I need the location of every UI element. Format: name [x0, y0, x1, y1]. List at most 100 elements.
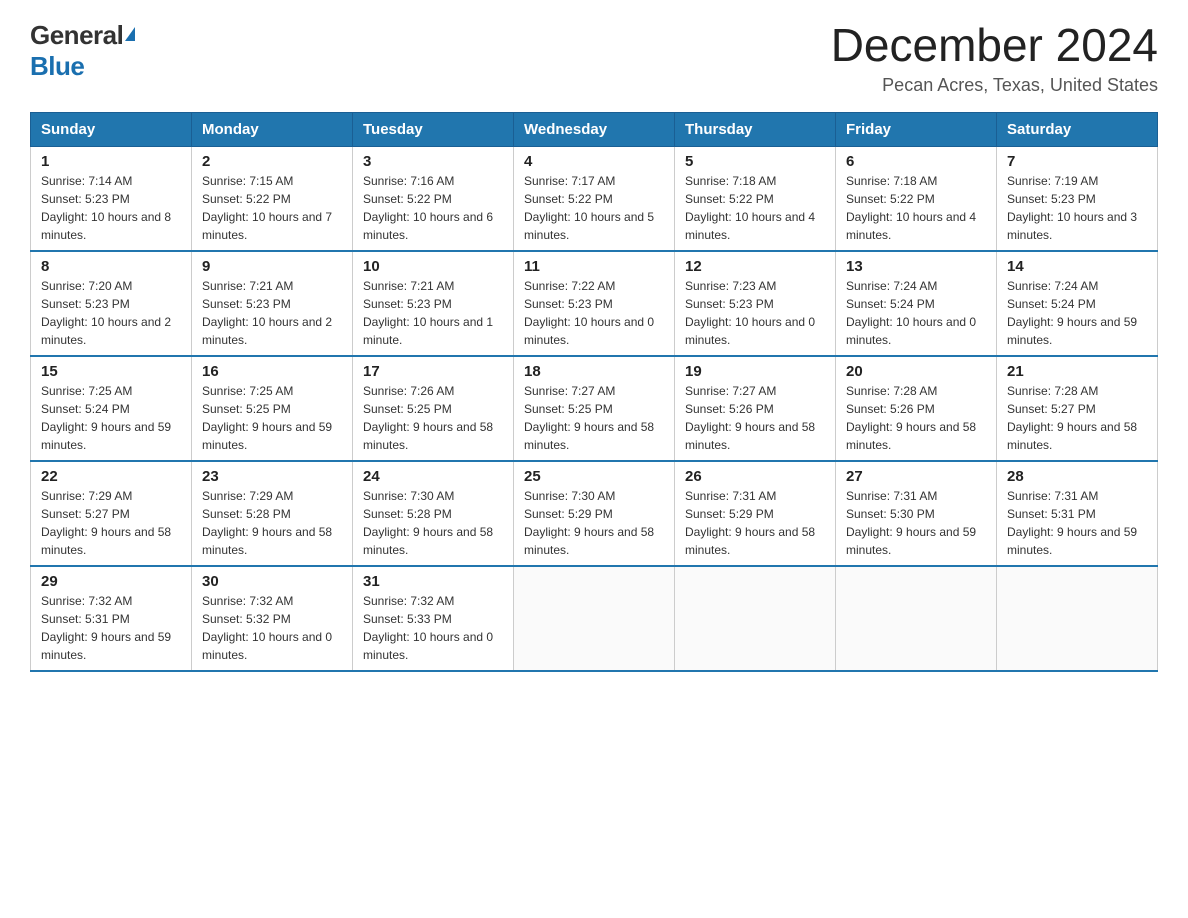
day-info: Sunrise: 7:20 AMSunset: 5:23 PMDaylight:… [41, 277, 181, 349]
day-info: Sunrise: 7:31 AMSunset: 5:30 PMDaylight:… [846, 487, 986, 559]
day-number: 11 [524, 258, 664, 275]
calendar-cell [514, 566, 675, 671]
header-cell-tuesday: Tuesday [353, 112, 514, 146]
day-number: 1 [41, 153, 181, 170]
day-info: Sunrise: 7:25 AMSunset: 5:25 PMDaylight:… [202, 382, 342, 454]
day-number: 12 [685, 258, 825, 275]
header-cell-thursday: Thursday [675, 112, 836, 146]
day-info: Sunrise: 7:16 AMSunset: 5:22 PMDaylight:… [363, 172, 503, 244]
day-number: 22 [41, 468, 181, 485]
header-row: SundayMondayTuesdayWednesdayThursdayFrid… [31, 112, 1158, 146]
calendar-cell: 27 Sunrise: 7:31 AMSunset: 5:30 PMDayligh… [836, 461, 997, 566]
day-number: 21 [1007, 363, 1147, 380]
calendar-cell: 6Sunrise: 7:18 AMSunset: 5:22 PMDaylight… [836, 146, 997, 251]
day-number: 24 [363, 468, 503, 485]
header-cell-friday: Friday [836, 112, 997, 146]
day-number: 29 [41, 573, 181, 590]
day-number: 23 [202, 468, 342, 485]
day-number: 13 [846, 258, 986, 275]
calendar-cell: 11Sunrise: 7:22 AMSunset: 5:23 PMDayligh… [514, 251, 675, 356]
calendar-cell [836, 566, 997, 671]
day-number: 5 [685, 153, 825, 170]
day-number: 2 [202, 153, 342, 170]
day-info: Sunrise: 7:15 AMSunset: 5:22 PMDaylight:… [202, 172, 342, 244]
calendar-cell [675, 566, 836, 671]
calendar-cell: 12 Sunrise: 7:23 AMSunset: 5:23 PMDayligh… [675, 251, 836, 356]
calendar-cell: 25 Sunrise: 7:30 AMSunset: 5:29 PMDayligh… [514, 461, 675, 566]
day-number: 27 [846, 468, 986, 485]
day-number: 26 [685, 468, 825, 485]
day-number: 25 [524, 468, 664, 485]
calendar-cell: 21Sunrise: 7:28 AMSunset: 5:27 PMDayligh… [997, 356, 1158, 461]
calendar-title: December 2024 [831, 20, 1158, 71]
day-number: 19 [685, 363, 825, 380]
day-info: Sunrise: 7:24 AMSunset: 5:24 PMDaylight:… [1007, 277, 1147, 349]
calendar-cell: 14 Sunrise: 7:24 AMSunset: 5:24 PMDayligh… [997, 251, 1158, 356]
title-block: December 2024 Pecan Acres, Texas, United… [831, 20, 1158, 96]
calendar-cell: 20 Sunrise: 7:28 AMSunset: 5:26 PMDayligh… [836, 356, 997, 461]
calendar-cell: 4 Sunrise: 7:17 AMSunset: 5:22 PMDaylight… [514, 146, 675, 251]
calendar-cell: 29 Sunrise: 7:32 AMSunset: 5:31 PMDayligh… [31, 566, 192, 671]
calendar-week-row: 15Sunrise: 7:25 AMSunset: 5:24 PMDayligh… [31, 356, 1158, 461]
calendar-cell: 28 Sunrise: 7:31 AMSunset: 5:31 PMDayligh… [997, 461, 1158, 566]
calendar-cell: 8 Sunrise: 7:20 AMSunset: 5:23 PMDaylight… [31, 251, 192, 356]
day-number: 3 [363, 153, 503, 170]
day-info: Sunrise: 7:24 AMSunset: 5:24 PMDaylight:… [846, 277, 986, 349]
calendar-week-row: 29 Sunrise: 7:32 AMSunset: 5:31 PMDayligh… [31, 566, 1158, 671]
calendar-header: SundayMondayTuesdayWednesdayThursdayFrid… [31, 112, 1158, 146]
day-number: 20 [846, 363, 986, 380]
calendar-cell: 16Sunrise: 7:25 AMSunset: 5:25 PMDayligh… [192, 356, 353, 461]
day-info: Sunrise: 7:14 AMSunset: 5:23 PMDaylight:… [41, 172, 181, 244]
calendar-cell: 1 Sunrise: 7:14 AMSunset: 5:23 PMDaylight… [31, 146, 192, 251]
day-info: Sunrise: 7:29 AMSunset: 5:27 PMDaylight:… [41, 487, 181, 559]
day-info: Sunrise: 7:31 AMSunset: 5:31 PMDaylight:… [1007, 487, 1147, 559]
logo-general-text: General [30, 20, 123, 51]
calendar-cell: 5 Sunrise: 7:18 AMSunset: 5:22 PMDaylight… [675, 146, 836, 251]
day-info: Sunrise: 7:29 AMSunset: 5:28 PMDaylight:… [202, 487, 342, 559]
day-info: Sunrise: 7:17 AMSunset: 5:22 PMDaylight:… [524, 172, 664, 244]
calendar-cell: 9Sunrise: 7:21 AMSunset: 5:23 PMDaylight… [192, 251, 353, 356]
calendar-cell: 31 Sunrise: 7:32 AMSunset: 5:33 PMDayligh… [353, 566, 514, 671]
calendar-cell: 17Sunrise: 7:26 AMSunset: 5:25 PMDayligh… [353, 356, 514, 461]
day-info: Sunrise: 7:31 AMSunset: 5:29 PMDaylight:… [685, 487, 825, 559]
logo-blue-text: Blue [30, 51, 84, 82]
day-number: 15 [41, 363, 181, 380]
day-info: Sunrise: 7:21 AMSunset: 5:23 PMDaylight:… [363, 277, 503, 349]
day-info: Sunrise: 7:32 AMSunset: 5:31 PMDaylight:… [41, 592, 181, 664]
day-info: Sunrise: 7:32 AMSunset: 5:32 PMDaylight:… [202, 592, 342, 664]
header-cell-sunday: Sunday [31, 112, 192, 146]
calendar-table: SundayMondayTuesdayWednesdayThursdayFrid… [30, 112, 1158, 672]
day-info: Sunrise: 7:19 AMSunset: 5:23 PMDaylight:… [1007, 172, 1147, 244]
calendar-cell: 26 Sunrise: 7:31 AMSunset: 5:29 PMDayligh… [675, 461, 836, 566]
day-number: 18 [524, 363, 664, 380]
day-info: Sunrise: 7:30 AMSunset: 5:29 PMDaylight:… [524, 487, 664, 559]
calendar-cell: 13 Sunrise: 7:24 AMSunset: 5:24 PMDayligh… [836, 251, 997, 356]
calendar-week-row: 22 Sunrise: 7:29 AMSunset: 5:27 PMDayligh… [31, 461, 1158, 566]
day-number: 9 [202, 258, 342, 275]
calendar-subtitle: Pecan Acres, Texas, United States [831, 75, 1158, 96]
calendar-cell: 3 Sunrise: 7:16 AMSunset: 5:22 PMDaylight… [353, 146, 514, 251]
logo-triangle-icon [125, 27, 135, 41]
day-info: Sunrise: 7:32 AMSunset: 5:33 PMDaylight:… [363, 592, 503, 664]
header-cell-wednesday: Wednesday [514, 112, 675, 146]
day-number: 10 [363, 258, 503, 275]
day-number: 4 [524, 153, 664, 170]
calendar-cell [997, 566, 1158, 671]
day-number: 17 [363, 363, 503, 380]
day-info: Sunrise: 7:27 AMSunset: 5:26 PMDaylight:… [685, 382, 825, 454]
day-info: Sunrise: 7:18 AMSunset: 5:22 PMDaylight:… [846, 172, 986, 244]
calendar-week-row: 8 Sunrise: 7:20 AMSunset: 5:23 PMDaylight… [31, 251, 1158, 356]
calendar-cell: 18Sunrise: 7:27 AMSunset: 5:25 PMDayligh… [514, 356, 675, 461]
header-cell-saturday: Saturday [997, 112, 1158, 146]
logo: General Blue [30, 20, 135, 82]
day-info: Sunrise: 7:28 AMSunset: 5:26 PMDaylight:… [846, 382, 986, 454]
calendar-cell: 15Sunrise: 7:25 AMSunset: 5:24 PMDayligh… [31, 356, 192, 461]
day-info: Sunrise: 7:23 AMSunset: 5:23 PMDaylight:… [685, 277, 825, 349]
day-number: 31 [363, 573, 503, 590]
day-number: 28 [1007, 468, 1147, 485]
day-number: 30 [202, 573, 342, 590]
day-number: 8 [41, 258, 181, 275]
day-number: 14 [1007, 258, 1147, 275]
day-info: Sunrise: 7:18 AMSunset: 5:22 PMDaylight:… [685, 172, 825, 244]
calendar-cell: 24Sunrise: 7:30 AMSunset: 5:28 PMDayligh… [353, 461, 514, 566]
